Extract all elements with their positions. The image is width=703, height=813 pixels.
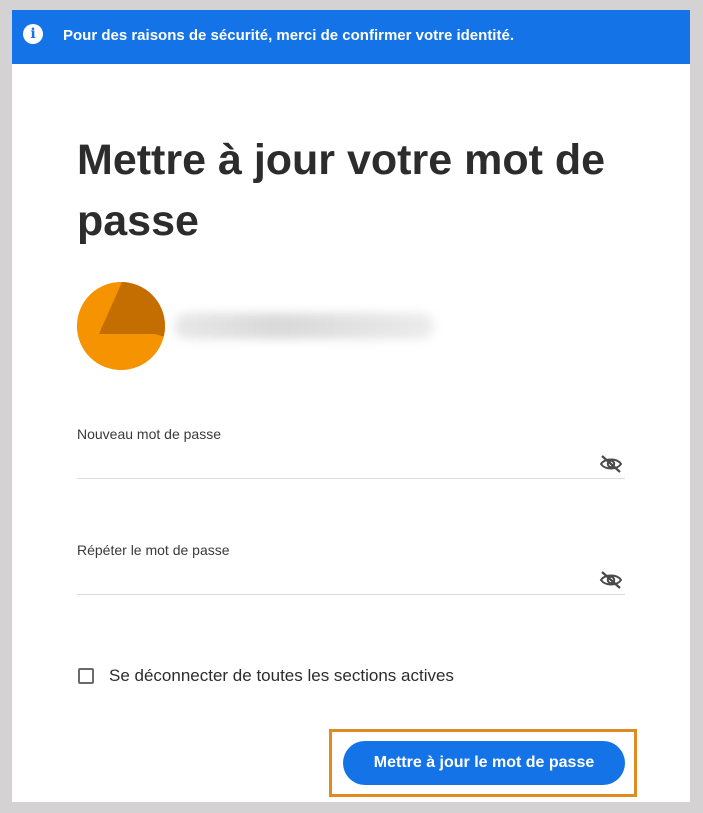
security-banner: i Pour des raisons de sécurité, merci de… [12, 10, 690, 64]
sign-out-all-label[interactable]: Se déconnecter de toutes les sections ac… [109, 666, 454, 686]
eye-hidden-icon[interactable] [599, 570, 623, 590]
repeat-password-field: Répéter le mot de passe [77, 542, 625, 602]
repeat-password-underline [77, 594, 625, 595]
new-password-field: Nouveau mot de passe [77, 426, 625, 486]
new-password-label: Nouveau mot de passe [77, 426, 221, 442]
info-icon: i [23, 24, 43, 44]
banner-message: Pour des raisons de sécurité, merci de c… [63, 27, 514, 44]
repeat-password-input[interactable] [77, 564, 582, 595]
new-password-underline [77, 478, 625, 479]
avatar [77, 282, 165, 370]
repeat-password-label: Répéter le mot de passe [77, 542, 230, 558]
account-email-blurred [174, 313, 434, 339]
update-password-button[interactable]: Mettre à jour le mot de passe [343, 741, 625, 785]
new-password-input[interactable] [77, 448, 582, 479]
dialog-card: i Pour des raisons de sécurité, merci de… [12, 10, 690, 802]
sign-out-all-row[interactable]: Se déconnecter de toutes les sections ac… [78, 666, 454, 686]
sign-out-all-checkbox[interactable] [78, 668, 94, 684]
avatar-graphic [77, 282, 165, 370]
eye-hidden-icon[interactable] [599, 454, 623, 474]
page-title: Mettre à jour votre mot de passe [77, 136, 606, 245]
